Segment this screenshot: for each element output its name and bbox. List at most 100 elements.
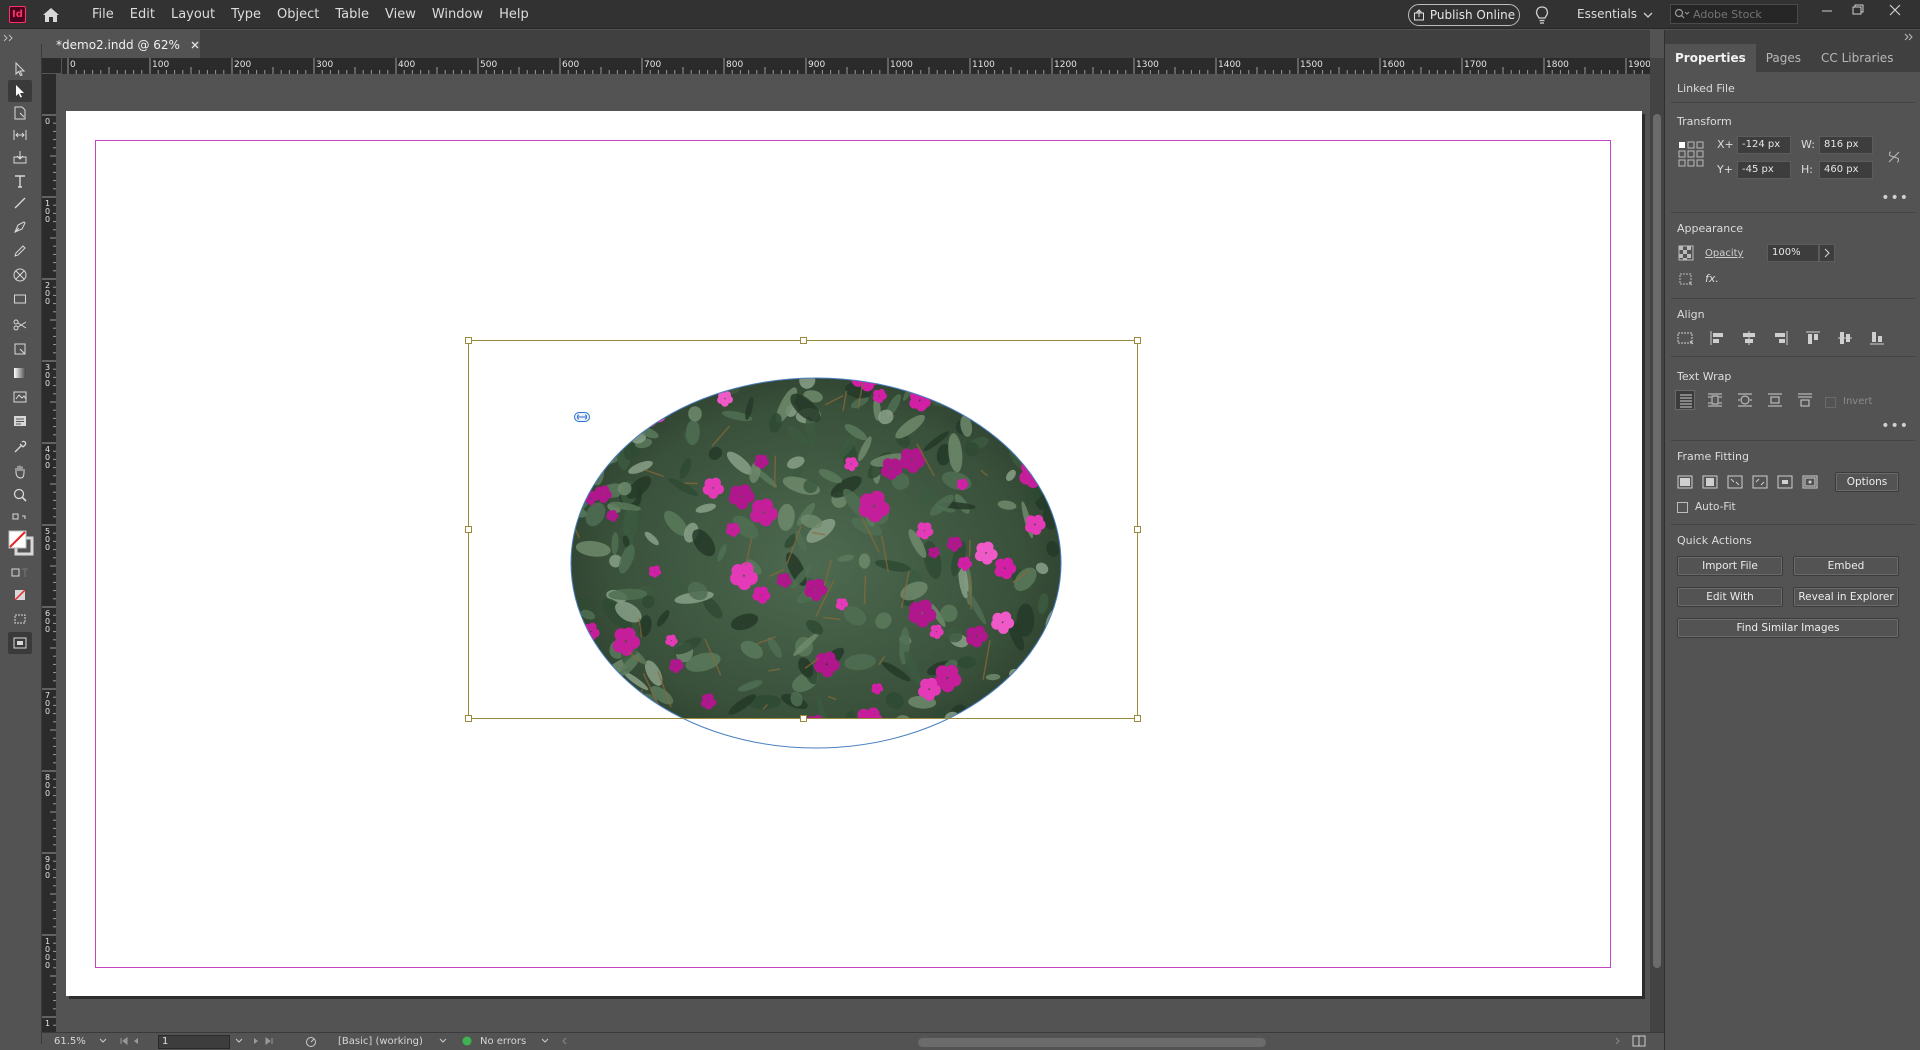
menu-layout[interactable]: Layout	[163, 0, 223, 29]
menu-edit[interactable]: Edit	[122, 0, 163, 29]
next-page-icon[interactable]	[250, 1035, 278, 1047]
handle-top-center[interactable]	[800, 337, 807, 344]
height-field[interactable]: 460 px	[1819, 161, 1873, 179]
menu-view[interactable]: View	[377, 0, 424, 29]
fitting-options-button[interactable]: Options	[1835, 472, 1899, 492]
page-number-field[interactable]: 1	[158, 1035, 230, 1049]
handle-bottom-center[interactable]	[800, 715, 807, 722]
minimize-button[interactable]	[1812, 0, 1842, 22]
jump-object-icon[interactable]	[1765, 390, 1785, 410]
wrap-bounding-box-icon[interactable]	[1705, 390, 1725, 410]
screen-mode-icon[interactable]	[8, 608, 32, 630]
tab-pages[interactable]: Pages	[1756, 44, 1811, 72]
scroll-left-icon[interactable]	[560, 1035, 568, 1047]
menu-window[interactable]: Window	[424, 0, 491, 29]
close-tab-icon[interactable]	[190, 40, 200, 50]
fx-effects-button[interactable]: fx.	[1705, 272, 1719, 285]
opacity-field[interactable]: 100%	[1767, 244, 1819, 262]
pencil-tool-icon[interactable]	[8, 240, 32, 262]
content-collector-icon[interactable]	[8, 146, 32, 168]
menu-type[interactable]: Type	[223, 0, 269, 29]
close-window-button[interactable]	[1880, 0, 1910, 22]
toolbar-collapse-icon[interactable]	[0, 30, 42, 44]
jump-next-column-icon[interactable]	[1795, 390, 1815, 410]
content-aware-fit-icon[interactable]	[1800, 472, 1820, 492]
menu-table[interactable]: Table	[327, 0, 377, 29]
handle-middle-left[interactable]	[465, 526, 472, 533]
style-dropdown-chevron-icon[interactable]	[438, 1035, 448, 1047]
handle-bottom-right[interactable]	[1134, 715, 1141, 722]
reveal-in-explorer-button[interactable]: Reveal in Explorer	[1793, 587, 1899, 607]
constrain-proportions-icon[interactable]	[1885, 148, 1903, 166]
transparency-icon[interactable]	[1677, 244, 1695, 262]
handle-top-right[interactable]	[1134, 337, 1141, 344]
formatting-container-icon[interactable]	[8, 566, 32, 580]
fill-stroke-swatch-icon[interactable]	[6, 528, 36, 558]
preview-mode-icon[interactable]	[8, 632, 32, 654]
handle-top-left[interactable]	[465, 337, 472, 344]
vertical-scrollbar[interactable]	[1650, 58, 1664, 1038]
default-colors-icon[interactable]	[8, 512, 32, 526]
apply-none-icon[interactable]	[8, 584, 32, 606]
handle-middle-right[interactable]	[1134, 526, 1141, 533]
rectangle-frame-tool-icon[interactable]	[8, 264, 32, 286]
align-bottom-icon[interactable]	[1867, 328, 1887, 348]
align-left-icon[interactable]	[1707, 328, 1727, 348]
opacity-label[interactable]: Opacity	[1705, 248, 1743, 259]
fit-frame-to-content-icon[interactable]	[1725, 472, 1745, 492]
preflight-status[interactable]: No errors	[480, 1035, 526, 1049]
fit-content-to-frame-icon[interactable]	[1750, 472, 1770, 492]
wrap-object-shape-icon[interactable]	[1735, 390, 1755, 410]
invert-checkbox[interactable]	[1825, 397, 1836, 408]
page-tool-icon[interactable]	[8, 102, 32, 124]
split-window-icon[interactable]	[1632, 1035, 1646, 1047]
center-content-icon[interactable]	[1775, 472, 1795, 492]
publish-online-button[interactable]: Publish Online	[1408, 4, 1520, 26]
vertical-ruler[interactable]: 010020030040050060070080090010001	[42, 74, 56, 1040]
stock-search-input[interactable]	[1693, 7, 1793, 21]
home-icon[interactable]	[40, 6, 62, 24]
opacity-stepper[interactable]	[1819, 244, 1835, 262]
gradient-tool-icon[interactable]	[8, 362, 32, 384]
zoom-tool-icon[interactable]	[8, 484, 32, 506]
restore-button[interactable]	[1842, 0, 1872, 22]
gap-tool-icon[interactable]	[8, 124, 32, 146]
horizontal-scroll-thumb[interactable]	[918, 1038, 1266, 1047]
selection-tool-icon[interactable]	[8, 58, 32, 80]
text-wrap-more-icon[interactable]: •••	[1881, 418, 1909, 434]
tab-properties[interactable]: Properties	[1665, 44, 1756, 72]
menu-file[interactable]: File	[84, 0, 122, 29]
hand-tool-icon[interactable]	[8, 460, 32, 482]
adobe-stock-search[interactable]	[1670, 4, 1798, 24]
line-tool-icon[interactable]	[8, 192, 32, 214]
stroke-style-icon[interactable]	[1677, 270, 1695, 288]
auto-fit-checkbox[interactable]	[1677, 502, 1688, 513]
link-badge-icon[interactable]	[574, 412, 590, 422]
y-position-field[interactable]: -45 px	[1737, 161, 1791, 179]
page-dropdown-chevron-icon[interactable]	[234, 1035, 244, 1047]
align-vertical-center-icon[interactable]	[1835, 328, 1855, 348]
document-tab[interactable]: *demo2.indd @ 62%	[42, 30, 200, 60]
pen-tool-icon[interactable]	[8, 216, 32, 238]
eyedropper-tool-icon[interactable]	[8, 436, 32, 458]
import-file-button[interactable]: Import File	[1677, 556, 1783, 576]
open-document-icon[interactable]	[304, 1035, 318, 1049]
align-right-icon[interactable]	[1771, 328, 1791, 348]
scroll-right-icon[interactable]	[1614, 1035, 1622, 1047]
find-similar-images-button[interactable]: Find Similar Images	[1677, 618, 1899, 638]
embed-button[interactable]: Embed	[1793, 556, 1899, 576]
horizontal-ruler[interactable]: 0 100 200 300 400 500 600 700 800 900 1000 1100 1200…	[62, 58, 1650, 74]
x-position-field[interactable]: -124 px	[1737, 136, 1791, 154]
lightbulb-icon[interactable]	[1533, 4, 1551, 26]
panel-collapse-bar[interactable]	[1665, 30, 1920, 44]
fill-frame-proportionally-icon[interactable]	[1675, 472, 1695, 492]
align-horizontal-center-icon[interactable]	[1739, 328, 1759, 348]
menu-help[interactable]: Help	[491, 0, 537, 29]
rectangle-tool-icon[interactable]	[8, 288, 32, 310]
ruler-origin[interactable]	[42, 58, 62, 74]
note-tool-icon[interactable]	[8, 386, 32, 408]
free-transform-tool-icon[interactable]	[8, 338, 32, 360]
no-text-wrap-icon[interactable]	[1675, 390, 1695, 410]
width-field[interactable]: 816 px	[1819, 136, 1873, 154]
workspace-switcher[interactable]: Essentials	[1577, 0, 1653, 29]
